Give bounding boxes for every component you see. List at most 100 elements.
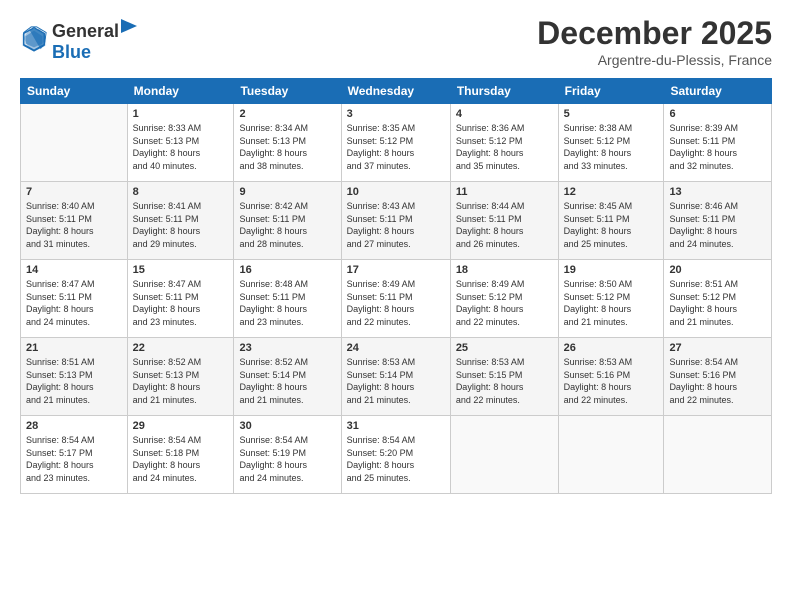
- weekday-header-thursday: Thursday: [450, 79, 558, 104]
- calendar-day-cell: 8Sunrise: 8:41 AMSunset: 5:11 PMDaylight…: [127, 182, 234, 260]
- day-number: 2: [239, 108, 335, 120]
- calendar-day-cell: 7 Sunrise: 8:40 AMSunset: 5:11 PMDaylight…: [21, 182, 128, 260]
- calendar-day-cell: 22Sunrise: 8:52 AMSunset: 5:13 PMDayligh…: [127, 338, 234, 416]
- calendar-page: General Blue December 2025 Argentre-du-P…: [0, 0, 792, 612]
- calendar-day-cell: 29Sunrise: 8:54 AMSunset: 5:18 PMDayligh…: [127, 416, 234, 494]
- day-info: Sunrise: 8:43 AMSunset: 5:11 PMDaylight:…: [347, 200, 445, 250]
- day-info: Sunrise: 8:35 AMSunset: 5:12 PMDaylight:…: [347, 122, 445, 172]
- calendar-week-row: 1 Sunrise: 8:33 AMSunset: 5:13 PMDaylight…: [21, 104, 772, 182]
- header: General Blue December 2025 Argentre-du-P…: [20, 15, 772, 68]
- calendar-day-cell: 30 Sunrise: 8:54 AMSunset: 5:19 PMDayligh…: [234, 416, 341, 494]
- day-number: 22: [133, 342, 229, 354]
- calendar-day-cell: [21, 104, 128, 182]
- weekday-header-row: SundayMondayTuesdayWednesdayThursdayFrid…: [21, 79, 772, 104]
- day-number: 14: [26, 264, 122, 276]
- calendar-day-cell: 9Sunrise: 8:42 AMSunset: 5:11 PMDaylight…: [234, 182, 341, 260]
- weekday-header-sunday: Sunday: [21, 79, 128, 104]
- calendar-day-cell: 3 Sunrise: 8:35 AMSunset: 5:12 PMDaylight…: [341, 104, 450, 182]
- day-number: 17: [347, 264, 445, 276]
- logo: General Blue: [20, 15, 139, 63]
- day-number: 15: [133, 264, 229, 276]
- day-number: 13: [669, 186, 766, 198]
- calendar-day-cell: 27Sunrise: 8:54 AMSunset: 5:16 PMDayligh…: [664, 338, 772, 416]
- logo-text: General Blue: [52, 15, 139, 63]
- day-info: Sunrise: 8:51 AMSunset: 5:12 PMDaylight:…: [669, 278, 766, 328]
- logo-arrow-icon: [119, 15, 139, 37]
- calendar-week-row: 21 Sunrise: 8:51 AMSunset: 5:13 PMDayligh…: [21, 338, 772, 416]
- day-number: 3: [347, 108, 445, 120]
- calendar-day-cell: 24 Sunrise: 8:53 AMSunset: 5:14 PMDayligh…: [341, 338, 450, 416]
- logo-general: General: [52, 21, 119, 42]
- calendar-table: SundayMondayTuesdayWednesdayThursdayFrid…: [20, 78, 772, 494]
- day-number: 20: [669, 264, 766, 276]
- weekday-header-friday: Friday: [558, 79, 664, 104]
- day-info: Sunrise: 8:51 AMSunset: 5:13 PMDaylight:…: [26, 356, 122, 406]
- calendar-day-cell: 15 Sunrise: 8:47 AMSunset: 5:11 PMDayligh…: [127, 260, 234, 338]
- calendar-day-cell: 26Sunrise: 8:53 AMSunset: 5:16 PMDayligh…: [558, 338, 664, 416]
- day-number: 10: [347, 186, 445, 198]
- calendar-day-cell: 6 Sunrise: 8:39 AMSunset: 5:11 PMDaylight…: [664, 104, 772, 182]
- day-number: 26: [564, 342, 659, 354]
- day-info: Sunrise: 8:48 AMSunset: 5:11 PMDaylight:…: [239, 278, 335, 328]
- calendar-day-cell: 11 Sunrise: 8:44 AMSunset: 5:11 PMDayligh…: [450, 182, 558, 260]
- day-number: 8: [133, 186, 229, 198]
- day-number: 23: [239, 342, 335, 354]
- calendar-week-row: 14 Sunrise: 8:47 AMSunset: 5:11 PMDayligh…: [21, 260, 772, 338]
- day-info: Sunrise: 8:38 AMSunset: 5:12 PMDaylight:…: [564, 122, 659, 172]
- calendar-day-cell: 25Sunrise: 8:53 AMSunset: 5:15 PMDayligh…: [450, 338, 558, 416]
- day-info: Sunrise: 8:54 AMSunset: 5:19 PMDaylight:…: [239, 434, 335, 484]
- calendar-week-row: 7 Sunrise: 8:40 AMSunset: 5:11 PMDaylight…: [21, 182, 772, 260]
- logo-icon: [20, 25, 48, 53]
- day-info: Sunrise: 8:53 AMSunset: 5:14 PMDaylight:…: [347, 356, 445, 406]
- calendar-day-cell: 5 Sunrise: 8:38 AMSunset: 5:12 PMDaylight…: [558, 104, 664, 182]
- day-info: Sunrise: 8:54 AMSunset: 5:16 PMDaylight:…: [669, 356, 766, 406]
- day-number: 24: [347, 342, 445, 354]
- day-number: 31: [347, 420, 445, 432]
- calendar-day-cell: [558, 416, 664, 494]
- day-number: 19: [564, 264, 659, 276]
- day-info: Sunrise: 8:54 AMSunset: 5:17 PMDaylight:…: [26, 434, 122, 484]
- day-number: 21: [26, 342, 122, 354]
- day-info: Sunrise: 8:52 AMSunset: 5:14 PMDaylight:…: [239, 356, 335, 406]
- calendar-day-cell: 16 Sunrise: 8:48 AMSunset: 5:11 PMDayligh…: [234, 260, 341, 338]
- day-info: Sunrise: 8:50 AMSunset: 5:12 PMDaylight:…: [564, 278, 659, 328]
- calendar-day-cell: 28 Sunrise: 8:54 AMSunset: 5:17 PMDayligh…: [21, 416, 128, 494]
- title-block: December 2025 Argentre-du-Plessis, Franc…: [537, 15, 772, 68]
- day-info: Sunrise: 8:44 AMSunset: 5:11 PMDaylight:…: [456, 200, 553, 250]
- day-number: 6: [669, 108, 766, 120]
- calendar-day-cell: [664, 416, 772, 494]
- calendar-day-cell: [450, 416, 558, 494]
- day-number: 18: [456, 264, 553, 276]
- day-number: 5: [564, 108, 659, 120]
- day-number: 28: [26, 420, 122, 432]
- day-info: Sunrise: 8:36 AMSunset: 5:12 PMDaylight:…: [456, 122, 553, 172]
- day-number: 11: [456, 186, 553, 198]
- weekday-header-wednesday: Wednesday: [341, 79, 450, 104]
- day-info: Sunrise: 8:54 AMSunset: 5:20 PMDaylight:…: [347, 434, 445, 484]
- calendar-day-cell: 17Sunrise: 8:49 AMSunset: 5:11 PMDayligh…: [341, 260, 450, 338]
- day-number: 9: [239, 186, 335, 198]
- calendar-day-cell: 2Sunrise: 8:34 AMSunset: 5:13 PMDaylight…: [234, 104, 341, 182]
- day-info: Sunrise: 8:47 AMSunset: 5:11 PMDaylight:…: [133, 278, 229, 328]
- day-number: 16: [239, 264, 335, 276]
- day-number: 29: [133, 420, 229, 432]
- day-number: 7: [26, 186, 122, 198]
- day-info: Sunrise: 8:33 AMSunset: 5:13 PMDaylight:…: [133, 122, 229, 172]
- day-info: Sunrise: 8:45 AMSunset: 5:11 PMDaylight:…: [564, 200, 659, 250]
- day-number: 12: [564, 186, 659, 198]
- calendar-day-cell: 20 Sunrise: 8:51 AMSunset: 5:12 PMDayligh…: [664, 260, 772, 338]
- calendar-week-row: 28 Sunrise: 8:54 AMSunset: 5:17 PMDayligh…: [21, 416, 772, 494]
- weekday-header-saturday: Saturday: [664, 79, 772, 104]
- day-number: 4: [456, 108, 553, 120]
- day-info: Sunrise: 8:39 AMSunset: 5:11 PMDaylight:…: [669, 122, 766, 172]
- calendar-day-cell: 18Sunrise: 8:49 AMSunset: 5:12 PMDayligh…: [450, 260, 558, 338]
- day-info: Sunrise: 8:40 AMSunset: 5:11 PMDaylight:…: [26, 200, 122, 250]
- day-info: Sunrise: 8:53 AMSunset: 5:15 PMDaylight:…: [456, 356, 553, 406]
- calendar-day-cell: 1 Sunrise: 8:33 AMSunset: 5:13 PMDaylight…: [127, 104, 234, 182]
- calendar-day-cell: 13Sunrise: 8:46 AMSunset: 5:11 PMDayligh…: [664, 182, 772, 260]
- day-number: 30: [239, 420, 335, 432]
- calendar-day-cell: 14Sunrise: 8:47 AMSunset: 5:11 PMDayligh…: [21, 260, 128, 338]
- day-number: 1: [133, 108, 229, 120]
- weekday-header-monday: Monday: [127, 79, 234, 104]
- calendar-day-cell: 19 Sunrise: 8:50 AMSunset: 5:12 PMDayligh…: [558, 260, 664, 338]
